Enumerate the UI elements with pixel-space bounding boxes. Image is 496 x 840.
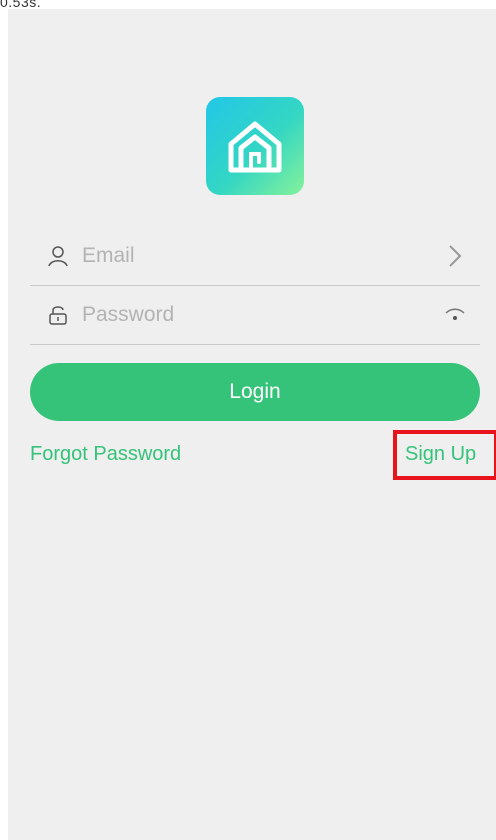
- user-icon: [46, 244, 70, 268]
- lock-icon: [46, 303, 70, 327]
- login-screen: Login Forgot Password Sign Up: [8, 9, 496, 840]
- sign-up-highlight-box: [393, 430, 496, 480]
- chevron-right-icon[interactable]: [442, 243, 468, 269]
- forgot-password-link[interactable]: Forgot Password: [30, 443, 181, 466]
- email-input[interactable]: [82, 244, 442, 268]
- home-icon: [228, 121, 282, 173]
- password-input[interactable]: [82, 303, 442, 327]
- eye-closed-icon[interactable]: [442, 302, 468, 328]
- login-button[interactable]: Login: [30, 363, 480, 421]
- app-logo: [206, 97, 304, 195]
- password-field-row: [30, 286, 480, 345]
- email-field-row: [30, 227, 480, 286]
